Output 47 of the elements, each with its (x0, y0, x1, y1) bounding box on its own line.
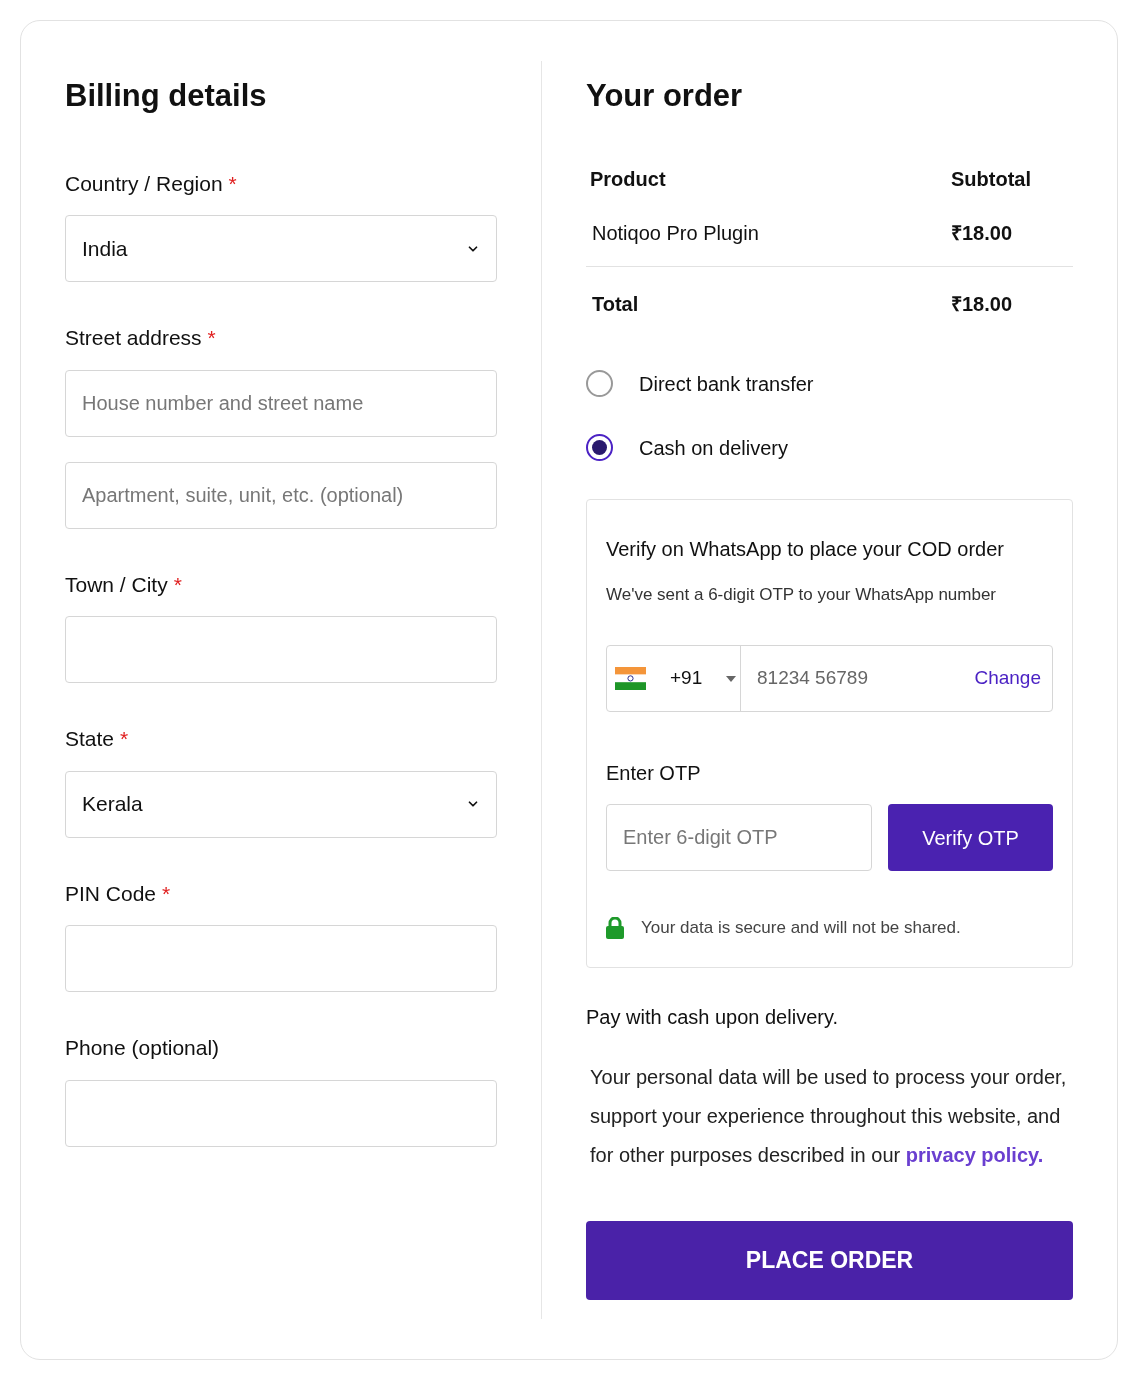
required-asterisk: * (207, 325, 216, 351)
input-field[interactable]: Apartment, suite, unit, etc. (optional) (65, 461, 497, 529)
section-title: Your order (586, 77, 744, 115)
otp-field[interactable]: Enter 6-digit OTP (606, 804, 872, 871)
phone-field[interactable]: +91 81234 56789 Change (606, 645, 1053, 712)
change-link[interactable]: Change (974, 664, 1052, 693)
otp-label: Enter OTP (606, 761, 702, 786)
field-label: PIN Code (65, 880, 157, 907)
select-field[interactable]: India (65, 215, 497, 282)
required-asterisk: * (173, 571, 182, 598)
verify-title: Verify on WhatsApp to place your COD order (606, 536, 1005, 562)
select-field[interactable]: Kerala (65, 770, 497, 838)
flag-icon (615, 667, 646, 690)
privacy-policy-link[interactable]: privacy policy. (905, 1143, 1044, 1166)
table-cell-text: Notiqoo Pro Plugin (592, 220, 759, 246)
required-asterisk: * (120, 726, 129, 752)
radio-button[interactable] (586, 434, 613, 461)
input-field[interactable] (65, 1079, 497, 1147)
required-asterisk: * (162, 880, 171, 907)
lock-icon (606, 916, 624, 939)
field-label: Country / Region (65, 170, 223, 197)
section-title: Billing details (65, 77, 268, 115)
field-label: Street address (65, 325, 202, 351)
dial-code[interactable]: +91 (670, 664, 703, 693)
table-cell-text: ₹18.00 (951, 220, 1014, 246)
place-order-button[interactable]: PLACE ORDER (586, 1220, 1073, 1300)
input-field[interactable] (65, 925, 497, 992)
column-header: Subtotal (951, 166, 1032, 192)
secure-note: Your data is secure and will not be shared. (641, 917, 961, 939)
column-header: Product (590, 166, 666, 192)
payment-method-label[interactable]: Cash on delivery (639, 432, 788, 463)
verify-subtitle: We've sent a 6-digit OTP to your WhatsApp number (606, 583, 998, 606)
input-field[interactable] (65, 616, 497, 683)
input-field[interactable]: House number and street name (65, 369, 497, 437)
field-label: Phone (optional) (65, 1035, 220, 1061)
privacy-notice: Your personal data will be used to process your order, support your experience throughout this website, and for other purposes described in our privacy policy. (589, 1064, 1068, 1168)
field-label: Town / City (65, 571, 168, 598)
phone-number: 81234 56789 (756, 666, 869, 691)
table-cell-text: ₹18.00 (951, 291, 1014, 317)
table-cell-text: Total (592, 291, 639, 317)
verify-otp-button[interactable]: Verify OTP (888, 804, 1053, 871)
required-asterisk: * (228, 170, 237, 197)
field-label: State (65, 726, 115, 752)
radio-button[interactable] (586, 370, 613, 397)
payment-method-label[interactable]: Direct bank transfer (639, 368, 814, 399)
caret-down-icon (726, 675, 737, 682)
payment-note: Pay with cash upon delivery. (586, 1004, 839, 1030)
